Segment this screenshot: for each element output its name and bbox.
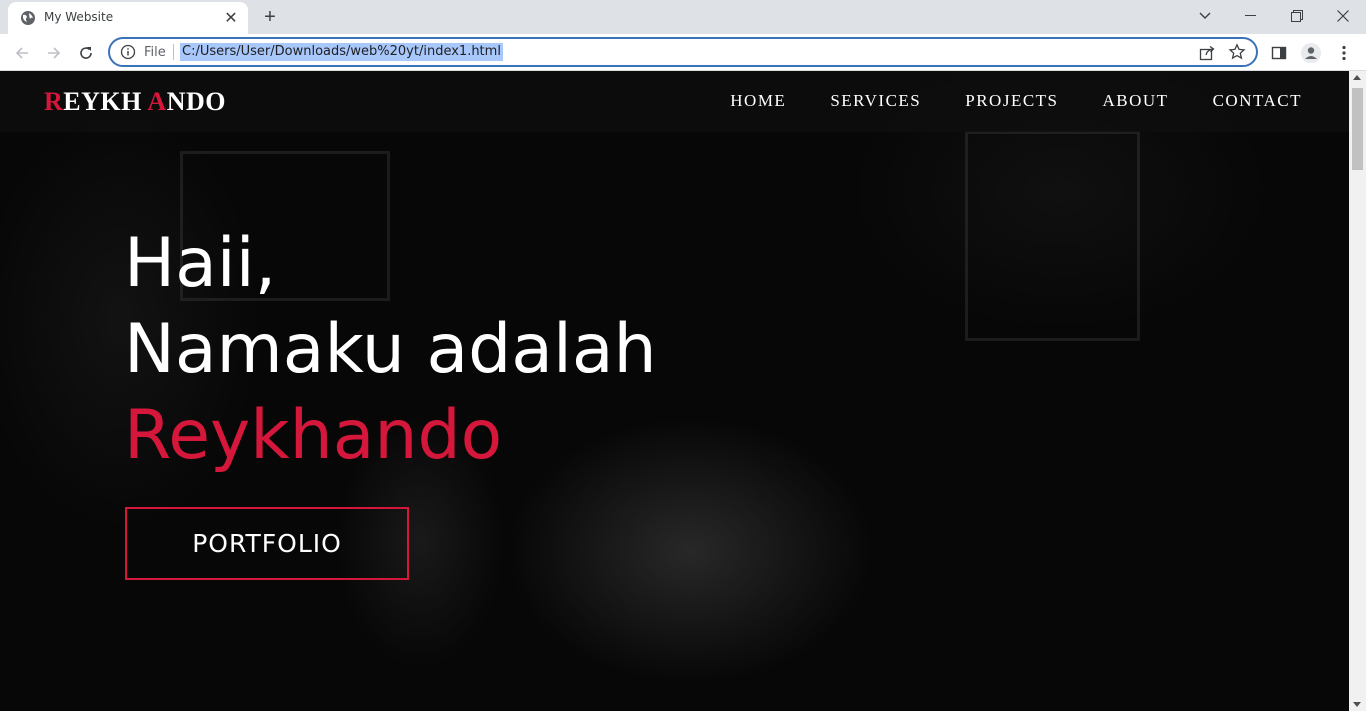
minimize-icon[interactable] [1228, 0, 1274, 32]
browser-tab-strip: My Website ✕ + [0, 0, 1366, 34]
vertical-scrollbar[interactable] [1349, 71, 1366, 711]
hero-name: Reykhando [124, 396, 503, 475]
address-bar[interactable]: File C:/Users/User/Downloads/web%20yt/in… [108, 37, 1258, 67]
nav-projects[interactable]: PROJECTS [965, 91, 1058, 111]
chevron-down-icon[interactable] [1182, 0, 1228, 32]
nav-home[interactable]: HOME [730, 91, 786, 111]
back-arrow-icon[interactable] [8, 39, 36, 67]
page-viewport: REYKH ANDO HOME SERVICES PROJECTS ABOUT … [0, 71, 1366, 711]
forward-arrow-icon[interactable] [40, 39, 68, 67]
info-icon[interactable] [120, 44, 136, 60]
hero-greeting: Haii, [124, 224, 277, 303]
scroll-down-arrow-icon[interactable] [1353, 702, 1361, 707]
scrollbar-thumb[interactable] [1352, 88, 1363, 170]
browser-tab[interactable]: My Website ✕ [8, 2, 248, 34]
scroll-up-arrow-icon[interactable] [1353, 75, 1361, 80]
globe-icon [21, 11, 35, 25]
share-icon[interactable] [1198, 44, 1216, 62]
menu-dots-icon[interactable] [1331, 40, 1357, 66]
site-logo[interactable]: REYKH ANDO [44, 87, 226, 117]
reload-icon[interactable] [72, 39, 100, 67]
tab-title: My Website [44, 10, 114, 24]
tab-close-icon[interactable]: ✕ [222, 9, 240, 27]
portfolio-button[interactable]: PORTFOLIO [125, 507, 409, 580]
url-text[interactable]: C:/Users/User/Downloads/web%20yt/index1.… [180, 43, 503, 61]
hero-intro: Namaku adalah [124, 310, 657, 389]
browser-toolbar: File C:/Users/User/Downloads/web%20yt/in… [0, 34, 1366, 71]
background-frame [965, 131, 1140, 341]
nav-contact[interactable]: CONTACT [1213, 91, 1302, 111]
scheme-label: File [144, 45, 166, 60]
nav-services[interactable]: SERVICES [830, 91, 921, 111]
star-icon[interactable] [1228, 43, 1246, 61]
profile-icon[interactable] [1298, 40, 1324, 66]
maximize-icon[interactable] [1274, 0, 1320, 32]
site-navbar: REYKH ANDO HOME SERVICES PROJECTS ABOUT … [0, 71, 1349, 132]
nav-about[interactable]: ABOUT [1103, 91, 1169, 111]
hero-heading: Haii, Namaku adalah Reykhando [124, 221, 657, 479]
side-panel-icon[interactable] [1266, 40, 1292, 66]
plus-icon[interactable]: + [258, 5, 282, 29]
omnibox-divider [173, 44, 174, 60]
close-icon[interactable] [1320, 0, 1366, 32]
site-menu: HOME SERVICES PROJECTS ABOUT CONTACT [730, 91, 1302, 111]
